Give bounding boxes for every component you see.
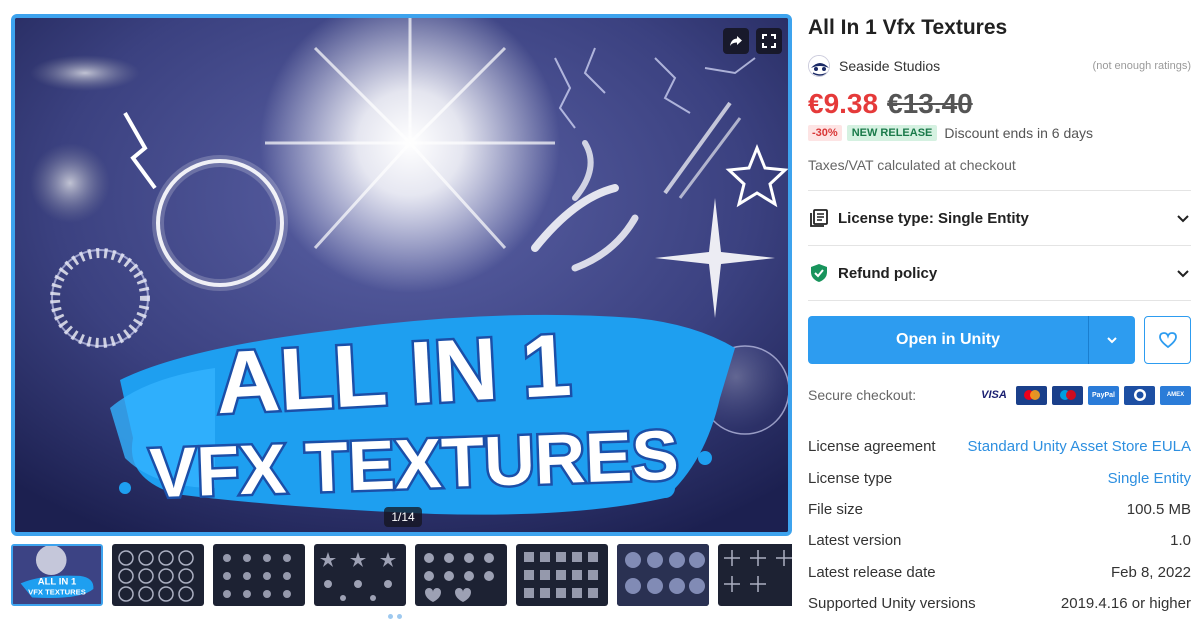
thumbnail-1[interactable]: ALL IN 1 VFX TEXTURES <box>11 544 103 606</box>
new-release-badge: NEW RELEASE <box>846 125 938 141</box>
license-type-accordion[interactable]: License type: Single Entity <box>808 191 1191 245</box>
open-in-unity-split-button: Open in Unity <box>808 316 1135 364</box>
license-agreement-link[interactable]: Standard Unity Asset Store EULA <box>968 438 1191 455</box>
thumb-text-2: VFX TEXTURES <box>28 588 86 597</box>
detail-key: License agreement <box>808 438 936 456</box>
divider <box>808 300 1191 301</box>
payment-methods: VISA PayPal AMEX <box>977 385 1191 405</box>
ratings-text: (not enough ratings) <box>1092 60 1191 72</box>
price-row: €9.38 €13.40 <box>808 88 973 120</box>
amex-icon: AMEX <box>1160 385 1191 405</box>
thumbnail-4[interactable] <box>314 544 406 606</box>
discount-ends-text: Discount ends in 6 days <box>944 125 1094 141</box>
chevron-down-icon <box>1107 337 1117 344</box>
original-price: €13.40 <box>887 88 973 119</box>
thumbnail-strip: ALL IN 1 VFX TEXTURES <box>11 544 792 606</box>
thumb-text-1: ALL IN 1 <box>38 576 77 587</box>
visa-icon: VISA <box>977 385 1011 405</box>
thumbnail-5[interactable] <box>415 544 507 606</box>
add-to-favorites-button[interactable] <box>1144 316 1191 364</box>
secure-checkout-label: Secure checkout: <box>808 387 917 403</box>
detail-row: Latest version 1.0 <box>808 525 1191 556</box>
product-details-table: License agreement Standard Unity Asset S… <box>808 431 1191 619</box>
detail-row: File size 100.5 MB <box>808 494 1191 525</box>
vfx-textures-artwork: ALL IN 1 VFX TEXTURES <box>15 18 788 532</box>
detail-value: Feb 8, 2022 <box>1110 563 1191 581</box>
thumbnail-7[interactable] <box>617 544 709 606</box>
shield-check-icon <box>808 262 830 284</box>
detail-key: Supported Unity versions <box>808 595 976 613</box>
fullscreen-icon <box>762 34 776 48</box>
detail-key: Latest release date <box>808 563 936 581</box>
open-in-unity-button[interactable]: Open in Unity <box>808 316 1089 364</box>
publisher-name-link[interactable]: Seaside Studios <box>839 58 940 74</box>
discount-badge: -30% <box>808 125 842 141</box>
tax-note: Taxes/VAT calculated at checkout <box>808 157 1016 173</box>
detail-row: Supported Unity versions 2019.4.16 or hi… <box>808 588 1191 619</box>
fullscreen-button[interactable] <box>756 28 782 54</box>
banner-text-line1: ALL IN 1 <box>213 315 573 432</box>
product-title: All In 1 Vfx Textures <box>808 16 1008 39</box>
gallery-pagination-dots <box>388 614 402 619</box>
thumbnail-8[interactable] <box>718 544 792 606</box>
diners-club-icon <box>1124 385 1155 405</box>
thumbnail-6[interactable] <box>516 544 608 606</box>
chevron-down-icon <box>1177 270 1189 278</box>
maestro-icon <box>1052 385 1083 405</box>
heart-icon <box>1158 332 1177 349</box>
paypal-icon: PayPal <box>1088 385 1119 405</box>
detail-value: 1.0 <box>1170 532 1191 550</box>
thumbnail-2[interactable] <box>112 544 204 606</box>
thumbnail-3[interactable] <box>213 544 305 606</box>
detail-value: 2019.4.16 or higher <box>1060 595 1191 613</box>
detail-value: 100.5 MB <box>1126 500 1191 518</box>
detail-key: License type <box>808 469 893 487</box>
secure-checkout-row: Secure checkout: VISA PayPal AMEX <box>808 384 1191 406</box>
product-info-panel: All In 1 Vfx Textures Seaside Studios (n… <box>808 0 1191 620</box>
chevron-down-icon <box>1177 215 1189 223</box>
share-icon <box>730 36 742 46</box>
license-type-link[interactable]: Single Entity <box>1108 470 1191 487</box>
license-icon <box>808 207 830 229</box>
share-button[interactable] <box>723 28 749 54</box>
detail-key: File size <box>808 500 864 518</box>
badge-row: -30% NEW RELEASE Discount ends in 6 days <box>808 125 1093 141</box>
publisher-logo-icon <box>809 56 829 76</box>
license-type-label: License type: Single Entity <box>838 209 1029 227</box>
detail-row: License type Single Entity <box>808 462 1191 493</box>
image-counter: 1/14 <box>384 507 422 527</box>
open-options-dropdown-button[interactable] <box>1089 316 1135 364</box>
sale-price: €9.38 <box>808 88 879 119</box>
detail-row: License agreement Standard Unity Asset S… <box>808 431 1191 462</box>
refund-policy-label: Refund policy <box>838 264 938 282</box>
publisher-logo[interactable] <box>808 55 830 77</box>
mastercard-icon <box>1016 385 1047 405</box>
detail-row: Latest release date Feb 8, 2022 <box>808 557 1191 588</box>
refund-policy-accordion[interactable]: Refund policy <box>808 246 1191 300</box>
detail-key: Latest version <box>808 532 902 550</box>
publisher-row: Seaside Studios (not enough ratings) <box>808 54 1191 78</box>
product-main-image[interactable]: ALL IN 1 VFX TEXTURES 1/14 <box>11 14 792 536</box>
